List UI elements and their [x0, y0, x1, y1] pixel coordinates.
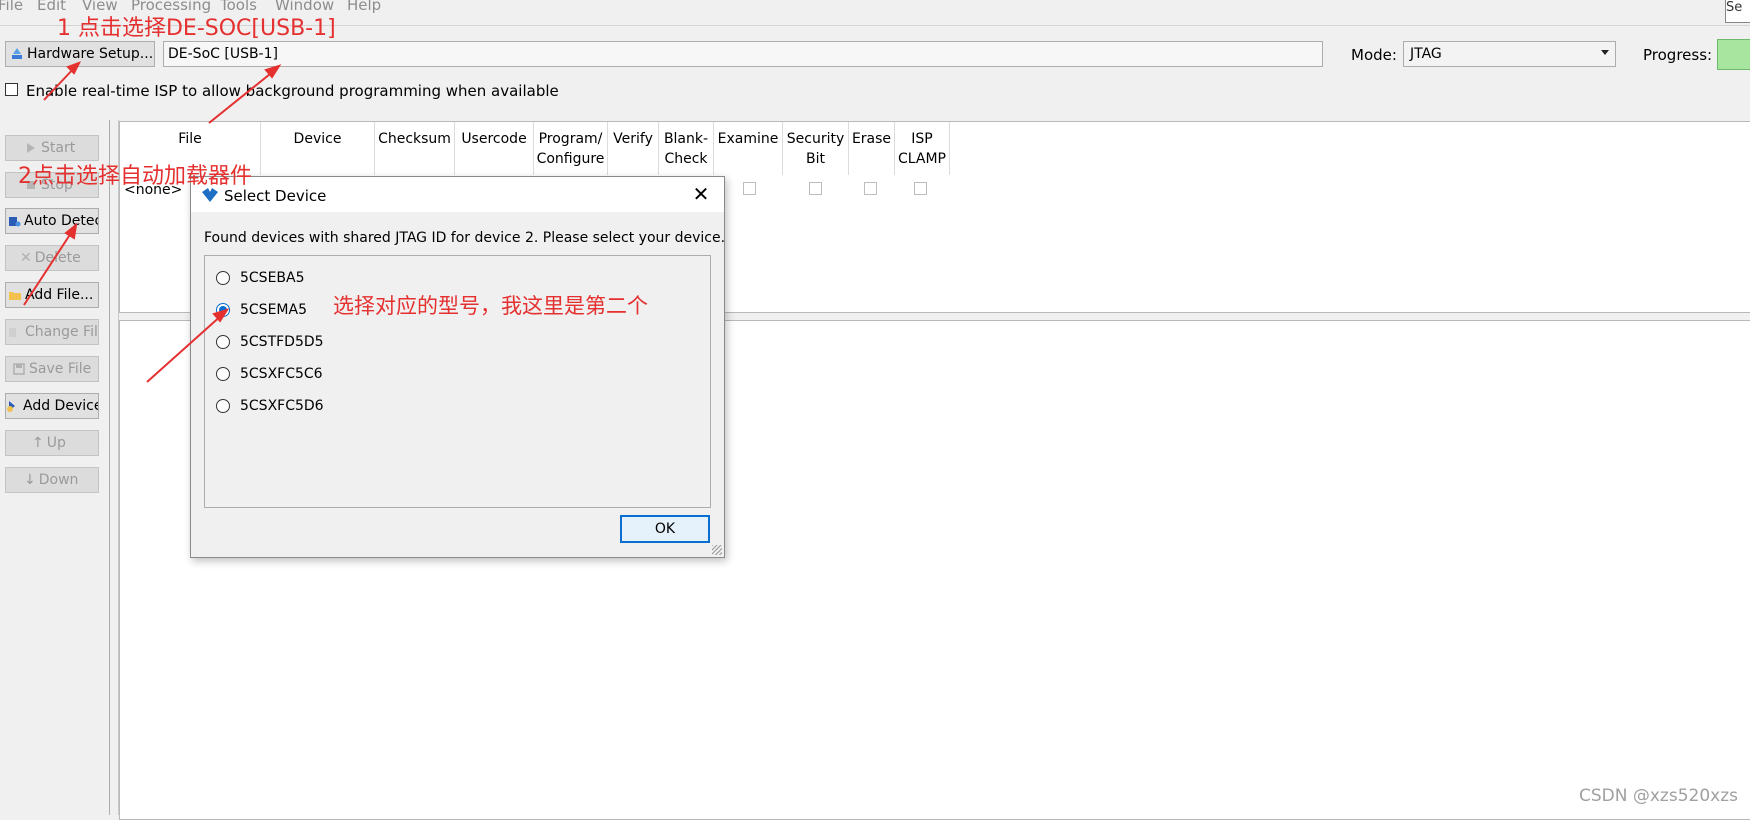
option-label[interactable]: 5CSTFD5D5	[240, 334, 324, 350]
change-file-label: Change File	[25, 324, 99, 340]
search-box-edge[interactable]: Se	[1725, 0, 1750, 23]
radio-5csema5[interactable]	[216, 303, 230, 317]
header-blank-check[interactable]: Blank- Check	[659, 122, 714, 175]
delete-label: Delete	[34, 250, 81, 266]
option-label[interactable]: 5CSXFC5D6	[240, 398, 324, 414]
progress-bar	[1717, 39, 1750, 70]
isp-label: Enable real-time ISP to allow background…	[26, 82, 559, 100]
isp-checkbox[interactable]	[5, 83, 18, 96]
save-icon	[13, 363, 25, 375]
down-button[interactable]: ↓ Down	[5, 467, 99, 493]
hardware-field[interactable]: DE-SoC [USB-1]	[163, 41, 1323, 67]
mode-label: Mode:	[1351, 46, 1397, 64]
chevron-down-icon	[1601, 50, 1609, 55]
erase-checkbox[interactable]	[864, 182, 877, 195]
up-button[interactable]: ↑ Up	[5, 430, 99, 456]
header-verify[interactable]: Verify	[608, 122, 659, 175]
resize-grip-icon[interactable]	[712, 545, 722, 555]
mode-value: JTAG	[1410, 46, 1442, 62]
arrow-up-icon: ↑	[32, 435, 44, 451]
mode-select[interactable]: JTAG	[1403, 41, 1616, 67]
add-file-button[interactable]: Add File...	[5, 282, 99, 308]
down-label: Down	[38, 472, 79, 488]
add-device-label: Add Device	[23, 398, 99, 414]
auto-detect-button[interactable]: Auto Detec	[5, 208, 99, 234]
arrow-head-2	[264, 64, 282, 79]
auto-detect-label: Auto Detec	[24, 213, 99, 229]
hardware-setup-button[interactable]: Hardware Setup...	[5, 41, 155, 67]
radio-5cstfd5d5[interactable]	[216, 335, 230, 349]
examine-checkbox[interactable]	[743, 182, 756, 195]
start-label: Start	[41, 140, 76, 156]
file-swap-icon	[9, 328, 16, 337]
header-examine[interactable]: Examine	[714, 122, 783, 175]
option-label[interactable]: 5CSXFC5C6	[240, 366, 323, 382]
dialog-titlebar: Select Device ✕	[191, 177, 724, 212]
play-icon	[27, 143, 35, 153]
sidebar-divider	[109, 120, 110, 815]
delete-button[interactable]: ✕ Delete	[5, 245, 99, 271]
up-label: Up	[46, 435, 66, 451]
dialog-message: Found devices with shared JTAG ID for de…	[204, 230, 726, 246]
header-usercode[interactable]: Usercode	[455, 122, 534, 175]
close-icon: ✕	[20, 250, 32, 266]
option-label[interactable]: 5CSEMA5	[240, 302, 307, 318]
menu-file[interactable]: File	[0, 0, 23, 14]
option-label[interactable]: 5CSEBA5	[240, 270, 305, 286]
annotation-step2: 2点击选择自动加载器件	[18, 164, 252, 189]
radio-5csxfc5d6[interactable]	[216, 399, 230, 413]
add-file-label: Add File...	[25, 287, 94, 303]
annotation-step1: 1 点击选择DE-SOC[USB-1]	[57, 16, 336, 41]
header-erase[interactable]: Erase	[849, 122, 895, 175]
annotation-step3: 选择对应的型号，我这里是第二个	[333, 294, 648, 318]
folder-icon	[9, 292, 21, 300]
add-device-button[interactable]: Add Device	[5, 393, 99, 419]
header-checksum[interactable]: Checksum	[375, 122, 455, 175]
isp-clamp-checkbox[interactable]	[914, 182, 927, 195]
save-file-button[interactable]: Save File	[5, 356, 99, 382]
ok-button[interactable]: OK	[620, 515, 710, 543]
watermark: CSDN @xzs520xzs	[1578, 786, 1738, 806]
arrow-down-icon: ↓	[24, 472, 36, 488]
menu-help[interactable]: Help	[347, 0, 381, 14]
select-device-dialog: Select Device ✕ Found devices with share…	[190, 176, 725, 558]
change-file-button[interactable]: Change File	[5, 319, 99, 345]
header-security-bit[interactable]: Security Bit	[783, 122, 849, 175]
chip-icon	[9, 217, 21, 227]
hardware-icon	[12, 48, 22, 59]
progress-label: Progress:	[1643, 46, 1713, 64]
hardware-setup-label: Hardware Setup...	[27, 46, 154, 62]
save-file-label: Save File	[29, 361, 92, 377]
security-bit-checkbox[interactable]	[809, 182, 822, 195]
add-device-icon	[7, 401, 15, 412]
header-isp-clamp[interactable]: ISP CLAMP	[895, 122, 950, 175]
radio-5csxfc5c6[interactable]	[216, 367, 230, 381]
close-icon[interactable]: ✕	[690, 182, 712, 206]
header-device[interactable]: Device	[261, 122, 375, 175]
header-program-configure[interactable]: Program/ Configure	[534, 122, 608, 175]
radio-5cseba5[interactable]	[216, 271, 230, 285]
